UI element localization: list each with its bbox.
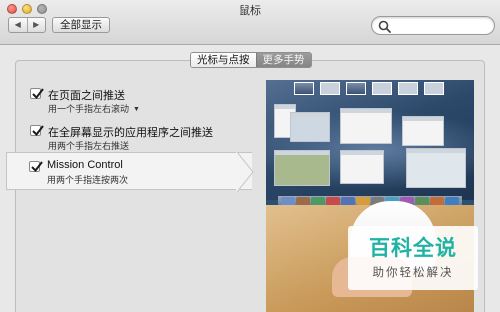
space-thumbnail: [424, 82, 444, 95]
space-thumbnail: [294, 82, 314, 95]
option-title: 在全屏幕显示的应用程序之间推送: [48, 127, 213, 139]
option-subtitle: 用两个手指左右推送: [48, 141, 130, 151]
space-thumbnail: [372, 82, 392, 95]
space-thumbnail: [346, 82, 366, 95]
back-arrow-icon[interactable]: ◀: [9, 18, 28, 32]
search-input[interactable]: [371, 16, 495, 35]
option-subtitle: 用两个手指连按两次: [47, 175, 129, 185]
space-thumbnail: [320, 82, 340, 95]
checkmark-icon: [31, 161, 43, 173]
preview-window: [340, 150, 384, 184]
dropdown-arrow-icon: ▼: [133, 106, 140, 113]
swipe-fullscreen-checkbox[interactable]: [30, 125, 44, 137]
tab-point-and-click[interactable]: 光标与点按: [191, 53, 256, 67]
tab-more-gestures[interactable]: 更多手势: [255, 53, 311, 67]
search-icon: [378, 20, 392, 33]
watermark-title: 百科全说: [369, 237, 457, 260]
preview-window: [406, 148, 466, 188]
preview-window: [340, 108, 392, 144]
option-title: 在页面之间推送: [48, 90, 125, 102]
checkmark-icon: [32, 88, 44, 100]
option-subtitle-dropdown[interactable]: 用一个手指左右滚动 ▼: [48, 102, 140, 115]
selection-pointer-icon: [236, 152, 254, 192]
preview-window: [290, 112, 330, 142]
option-title: Mission Control: [47, 159, 123, 171]
option-subtitle: 用一个手指左右滚动: [48, 104, 130, 114]
watermark-logo: 百科全说 助你轻松解决: [348, 226, 478, 290]
checkmark-icon: [32, 125, 44, 137]
mission-control-checkbox[interactable]: [29, 161, 43, 173]
mission-control-preview: [266, 80, 474, 200]
space-thumbnail: [398, 82, 418, 95]
preview-window: [402, 116, 444, 146]
show-all-button[interactable]: 全部显示: [52, 17, 110, 33]
forward-arrow-icon[interactable]: ▶: [28, 18, 46, 32]
back-forward-control: ◀ ▶: [8, 17, 46, 33]
swipe-pages-checkbox[interactable]: [30, 88, 44, 100]
gesture-tabs: 光标与点按 更多手势: [190, 52, 312, 68]
window-titlebar: 鼠标 ◀ ▶ 全部显示: [0, 0, 500, 45]
watermark-subtitle: 助你轻松解决: [372, 267, 454, 279]
spaces-bar: [294, 82, 470, 98]
preview-window: [274, 150, 330, 186]
